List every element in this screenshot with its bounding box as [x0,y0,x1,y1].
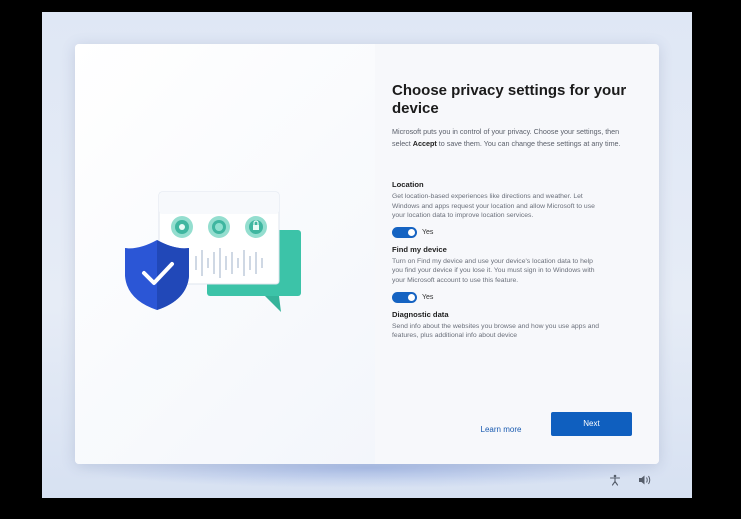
location-description: Get location-based experiences like dire… [392,193,595,220]
find-my-device-description: Turn on Find my device and use your devi… [392,257,595,284]
diagnostic-data-title: Diagnostic data [392,309,449,319]
location-toggle-row: Yes [392,227,624,239]
find-my-device-toggle-row: Yes [392,292,624,304]
settings-scroll-area[interactable]: Location Get location-based experiences … [392,180,624,392]
learn-more-button[interactable]: Learn more [467,418,535,442]
illustration-graphic [125,191,301,312]
lock-circle-icon [245,216,267,238]
accept-keyword: Accept [412,138,437,148]
shield-check-icon [125,240,189,310]
find-device-circle-icon [208,216,230,238]
volume-icon[interactable] [638,474,652,488]
location-toggle-label: Yes [422,229,434,237]
diagnostic-data-section: Diagnostic data Send info about the webs… [392,310,624,341]
privacy-dialog: Choose privacy settings for your device … [75,44,659,464]
next-button[interactable]: Next [551,412,632,436]
location-title: Location [392,180,424,189]
volume-icon-glyph [639,475,651,485]
intro-text-part: to save them. You can change these setti… [436,138,621,148]
location-section: Location Get location-based experiences … [392,180,624,239]
location-toggle[interactable] [392,227,417,239]
accessibility-icon-glyph [609,474,621,486]
intro-text: Microsoft puts you in control of your pr… [392,126,624,149]
accessibility-icon[interactable] [608,474,622,488]
find-my-device-toggle-label: Yes [422,294,434,302]
settings-panel: Choose privacy settings for your device … [375,44,659,464]
find-my-device-section: Find my device Turn on Find my device an… [392,245,624,304]
page-title: Choose privacy settings for your device [392,82,627,117]
privacy-illustration [75,44,375,464]
diagnostic-data-description: Send info about the websites you browse … [392,322,600,340]
find-my-device-toggle[interactable] [392,292,417,304]
oobe-screen: Choose privacy settings for your device … [42,12,692,498]
location-circle-icon [171,216,193,238]
find-my-device-title: Find my device [392,244,447,254]
